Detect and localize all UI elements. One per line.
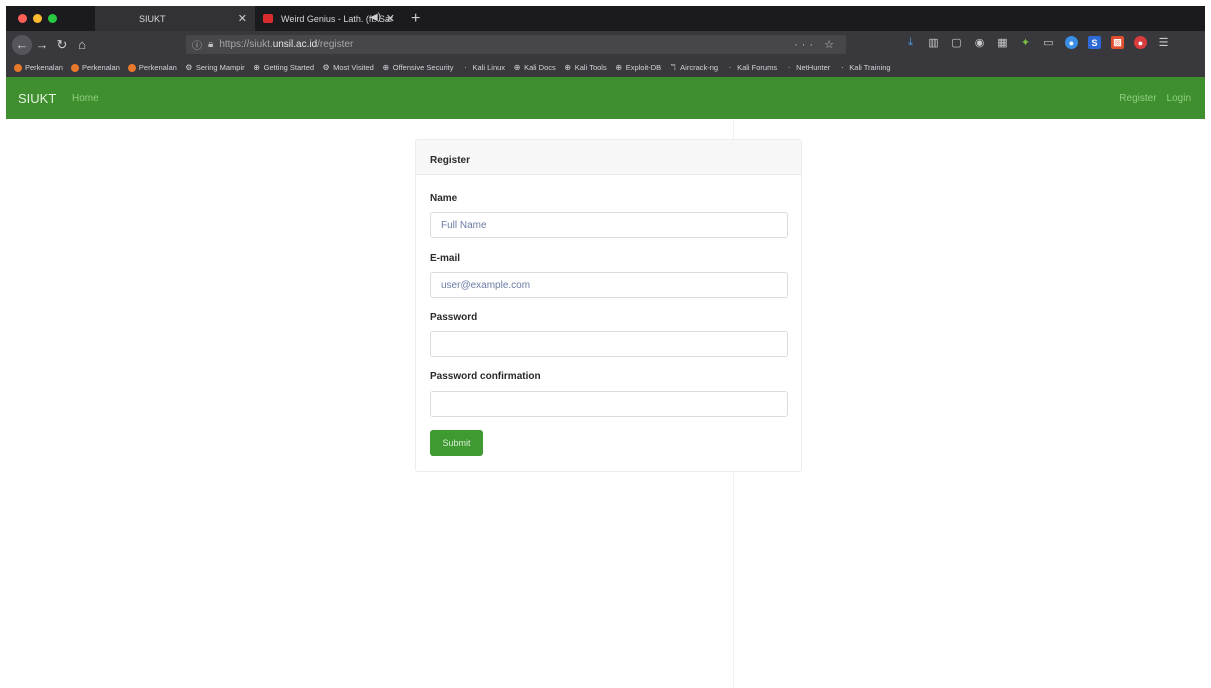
forward-icon[interactable]: → bbox=[32, 37, 52, 52]
email-label: E-mail bbox=[430, 253, 461, 264]
lock-icon[interactable]: 🔒︎ bbox=[208, 39, 213, 50]
bookmark-icon bbox=[70, 63, 79, 72]
kali-icon: · bbox=[464, 62, 467, 72]
back-icon[interactable]: ← bbox=[12, 34, 32, 55]
tab-bar: SIUKT ✕ Weird Genius - Lath. (ft. Sar ◀)… bbox=[6, 6, 1205, 31]
bookmark-item[interactable]: ⊕ Getting Started bbox=[253, 63, 314, 72]
bookmark-icon bbox=[14, 63, 22, 72]
bookmark-item[interactable]: · Kali Training bbox=[838, 62, 891, 72]
name-input[interactable] bbox=[430, 212, 788, 238]
download-icon[interactable]: ⤓ bbox=[904, 36, 917, 49]
card-title: Register bbox=[416, 140, 801, 175]
close-window-button[interactable] bbox=[18, 14, 27, 23]
bookmark-item[interactable]: ⚙ Sering Mampir bbox=[185, 62, 244, 72]
kali-icon: · bbox=[728, 62, 732, 72]
bookmark-item[interactable]: Perkenalan bbox=[127, 63, 177, 72]
bookmark-item[interactable]: ⚙ Most Visited bbox=[322, 62, 373, 72]
bookmark-item[interactable]: ⊕ Offensive Security bbox=[382, 62, 453, 72]
nav-login-link[interactable]: Login bbox=[1167, 93, 1191, 104]
bookmark-item[interactable]: Perkenalan bbox=[14, 63, 63, 72]
close-icon[interactable]: ✕ bbox=[386, 12, 395, 25]
grid-icon[interactable]: ▦ bbox=[996, 36, 1009, 49]
minimize-window-button[interactable] bbox=[33, 14, 42, 23]
password-confirmation-input[interactable] bbox=[430, 391, 788, 417]
tab-title: SIUKT bbox=[139, 13, 166, 24]
extension-icon[interactable]: ● bbox=[1065, 36, 1078, 49]
submit-button[interactable]: Submit bbox=[430, 430, 483, 456]
gear-icon: ⚙ bbox=[185, 62, 193, 72]
new-tab-button[interactable]: + bbox=[411, 10, 420, 28]
window-controls bbox=[18, 14, 57, 23]
maximize-window-button[interactable] bbox=[48, 14, 57, 23]
youtube-icon bbox=[263, 14, 273, 23]
globe-icon: ⊕ bbox=[382, 62, 390, 72]
extension-icon[interactable]: ✦ bbox=[1019, 36, 1032, 49]
name-label: Name bbox=[430, 193, 458, 204]
url-bar[interactable]: ⓘ 🔒︎ https://siukt.unsil.ac.id/register … bbox=[186, 35, 846, 54]
extension-icon[interactable]: S bbox=[1088, 36, 1101, 49]
globe-icon: ⊕ bbox=[615, 62, 623, 72]
password-input[interactable] bbox=[430, 331, 788, 357]
aircrack-icon: ℸ bbox=[670, 62, 676, 72]
navigation-bar: ← → ↻ ⌂ ⓘ 🔒︎ https://siukt.unsil.ac.id/r… bbox=[6, 31, 1205, 58]
password-confirmation-label: Password confirmation bbox=[430, 371, 541, 382]
bookmark-icon bbox=[127, 63, 136, 72]
nav-home-link[interactable]: Home bbox=[72, 93, 99, 104]
bookmark-item[interactable]: ⊕ Exploit-DB bbox=[615, 63, 661, 72]
gear-icon: ⚙ bbox=[322, 62, 330, 72]
nav-auth-links: Register Login bbox=[1119, 93, 1191, 104]
reload-icon[interactable]: ↻ bbox=[52, 37, 72, 53]
globe-icon: ⊕ bbox=[513, 62, 521, 72]
bookmark-item[interactable]: · Kali Linux bbox=[462, 62, 505, 72]
extension-icon[interactable]: ● bbox=[1134, 36, 1147, 49]
site-navbar: SIUKT Home Register Login bbox=[6, 77, 1205, 119]
info-icon[interactable]: ⓘ bbox=[192, 37, 202, 52]
home-icon[interactable]: ⌂ bbox=[72, 37, 92, 52]
kali-icon: · bbox=[840, 62, 844, 72]
extension-icon[interactable]: ▭ bbox=[1042, 36, 1055, 49]
bookmark-item[interactable]: ⊕ Kali Tools bbox=[564, 62, 606, 72]
close-icon[interactable]: ✕ bbox=[238, 12, 247, 25]
account-icon[interactable]: ◉ bbox=[973, 36, 986, 49]
speaker-icon[interactable]: ◀) bbox=[370, 12, 381, 23]
library-icon[interactable]: ▥ bbox=[927, 36, 940, 49]
register-card: Register Name E-mail Password Password c… bbox=[415, 139, 802, 472]
nav-register-link[interactable]: Register bbox=[1119, 93, 1156, 104]
kali-icon: · bbox=[787, 62, 791, 72]
password-label: Password bbox=[430, 312, 478, 323]
bookmark-item[interactable]: · NetHunter bbox=[785, 62, 831, 72]
brand-link[interactable]: SIUKT bbox=[18, 91, 56, 106]
globe-icon: ⊕ bbox=[564, 62, 572, 72]
bookmark-item[interactable]: Perkenalan bbox=[70, 63, 120, 72]
extension-icon[interactable]: ▨ bbox=[1111, 36, 1124, 49]
sidebar-icon[interactable]: ▢ bbox=[950, 36, 963, 49]
tab-siukt[interactable]: SIUKT ✕ bbox=[95, 6, 255, 31]
bookmark-item[interactable]: · Kali Forums bbox=[726, 63, 777, 72]
bookmark-item[interactable]: ⊕ Kali Docs bbox=[513, 63, 556, 72]
menu-icon[interactable]: ☰ bbox=[1157, 36, 1170, 49]
tab-weird-genius[interactable]: Weird Genius - Lath. (ft. Sar ◀) ✕ bbox=[255, 6, 403, 31]
page-actions[interactable]: ··· ☆ bbox=[794, 38, 838, 51]
globe-icon: ⊕ bbox=[253, 62, 260, 72]
toolbar-icons: ⤓ ▥ ▢ ◉ ▦ ✦ ▭ ● S ▨ ● ☰ bbox=[904, 36, 1170, 49]
bookmarks-bar: Perkenalan Perkenalan Perkenalan ⚙ Sering… bbox=[6, 58, 1205, 77]
email-input[interactable] bbox=[430, 272, 788, 298]
bookmark-item[interactable]: ℸ Aircrack-ng bbox=[669, 62, 719, 72]
url-text: https://siukt.unsil.ac.id/register bbox=[219, 39, 354, 50]
